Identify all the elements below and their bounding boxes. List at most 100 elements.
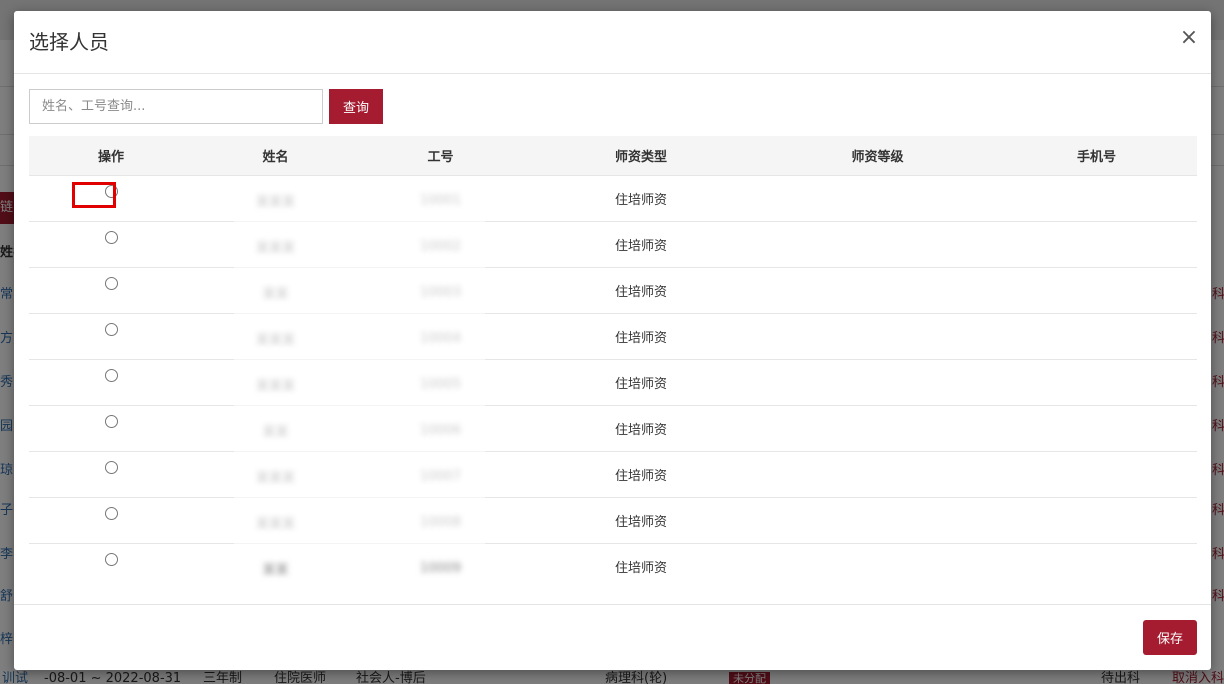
table-row[interactable]: 某某 10009 住培师资 <box>29 544 1197 590</box>
table-row[interactable]: 某某 10003 住培师资 <box>29 267 1197 314</box>
type-cell: 住培师资 <box>523 497 759 544</box>
level-cell <box>759 497 996 544</box>
type-cell: 住培师资 <box>523 451 759 498</box>
phone-cell <box>996 497 1197 544</box>
select-cell <box>29 405 193 452</box>
column-header-type: 师资类型 <box>523 136 759 176</box>
name-value: 某某 <box>262 425 289 440</box>
modal-title: 选择人员 <box>29 30 109 54</box>
column-header-level: 师资等级 <box>759 136 996 176</box>
phone-cell <box>996 313 1197 360</box>
level-cell <box>759 451 996 498</box>
table-row[interactable]: 某某 10006 住培师资 <box>29 405 1197 452</box>
modal-footer: 保存 <box>14 604 1211 671</box>
id-cell: 10007 <box>358 451 523 498</box>
select-radio[interactable] <box>104 553 118 566</box>
phone-cell <box>996 175 1197 222</box>
select-radio[interactable] <box>104 461 118 474</box>
type-cell: 住培师资 <box>523 405 759 452</box>
modal-header: 选择人员 × <box>14 11 1211 74</box>
level-cell <box>759 544 996 590</box>
table-row[interactable]: 某某某 10002 住培师资 <box>29 221 1197 268</box>
select-cell <box>29 497 193 544</box>
phone-cell <box>996 221 1197 268</box>
phone-cell <box>996 405 1197 452</box>
phone-cell <box>996 267 1197 314</box>
name-value: 某某某 <box>255 517 295 532</box>
type-cell: 住培师资 <box>523 359 759 406</box>
select-radio[interactable] <box>104 277 118 290</box>
select-radio[interactable] <box>104 415 118 428</box>
select-cell <box>29 313 193 360</box>
phone-cell <box>996 544 1197 590</box>
select-radio[interactable] <box>104 185 118 198</box>
table-row[interactable]: 某某某 10004 住培师资 <box>29 313 1197 360</box>
column-header-phone: 手机号 <box>996 136 1197 176</box>
name-value: 某某某 <box>255 241 295 256</box>
name-cell: 某某 <box>193 267 358 314</box>
table-header-row: 操作 姓名 工号 师资类型 师资等级 手机号 <box>29 136 1197 176</box>
table-row[interactable]: 某某某 10007 住培师资 <box>29 451 1197 498</box>
id-value: 10007 <box>419 469 462 484</box>
id-cell: 10004 <box>358 313 523 360</box>
name-cell: 某某 <box>193 544 358 590</box>
select-cell <box>29 221 193 268</box>
name-value: 某某 <box>262 287 289 302</box>
id-value: 10006 <box>419 423 462 438</box>
level-cell <box>759 359 996 406</box>
name-cell: 某某某 <box>193 221 358 268</box>
select-cell <box>29 451 193 498</box>
save-button[interactable]: 保存 <box>1143 620 1197 655</box>
phone-cell <box>996 451 1197 498</box>
table-row[interactable]: 某某某 10005 住培师资 <box>29 359 1197 406</box>
select-radio[interactable] <box>104 323 118 336</box>
level-cell <box>759 405 996 452</box>
type-cell: 住培师资 <box>523 313 759 360</box>
type-cell: 住培师资 <box>614 561 667 576</box>
name-cell: 某某某 <box>193 451 358 498</box>
level-cell <box>759 313 996 360</box>
search-input[interactable] <box>29 89 323 124</box>
id-cell: 10002 <box>358 221 523 268</box>
type-cell: 住培师资 <box>523 221 759 268</box>
select-cell <box>29 544 193 590</box>
id-value: 10003 <box>419 285 462 300</box>
select-cell <box>29 359 193 406</box>
search-button[interactable]: 查询 <box>329 89 383 124</box>
column-header-name: 姓名 <box>193 136 358 176</box>
person-table: 操作 姓名 工号 师资类型 师资等级 手机号 某某某 10001 住培师资 某某… <box>29 136 1197 589</box>
id-cell: 10009 <box>358 544 523 590</box>
close-icon[interactable]: × <box>1178 25 1200 51</box>
table-row[interactable]: 某某某 10001 住培师资 <box>29 175 1197 222</box>
level-cell <box>759 267 996 314</box>
name-cell: 某某某 <box>193 359 358 406</box>
table-row[interactable]: 某某某 10008 住培师资 <box>29 497 1197 544</box>
id-cell: 10008 <box>358 497 523 544</box>
name-cell: 某某某 <box>193 175 358 222</box>
select-cell <box>29 267 193 314</box>
name-value: 某某 <box>262 563 289 578</box>
select-cell <box>29 175 193 222</box>
select-radio[interactable] <box>104 507 118 520</box>
select-radio[interactable] <box>104 231 118 244</box>
id-cell: 10001 <box>358 175 523 222</box>
id-value: 10005 <box>419 377 462 392</box>
column-header-id: 工号 <box>358 136 523 176</box>
phone-cell <box>996 359 1197 406</box>
id-cell: 10005 <box>358 359 523 406</box>
level-cell <box>759 221 996 268</box>
level-cell <box>759 175 996 222</box>
name-value: 某某某 <box>255 379 295 394</box>
id-value: 10009 <box>419 561 462 576</box>
name-value: 某某某 <box>255 333 295 348</box>
type-cell: 住培师资 <box>523 267 759 314</box>
name-value: 某某某 <box>255 195 295 210</box>
select-radio[interactable] <box>104 369 118 382</box>
name-cell: 某某某 <box>193 313 358 360</box>
name-cell: 某某 <box>193 405 358 452</box>
id-value: 10001 <box>419 193 462 208</box>
name-cell: 某某某 <box>193 497 358 544</box>
id-cell: 10003 <box>358 267 523 314</box>
id-value: 10002 <box>419 239 462 254</box>
id-value: 10004 <box>419 331 462 346</box>
